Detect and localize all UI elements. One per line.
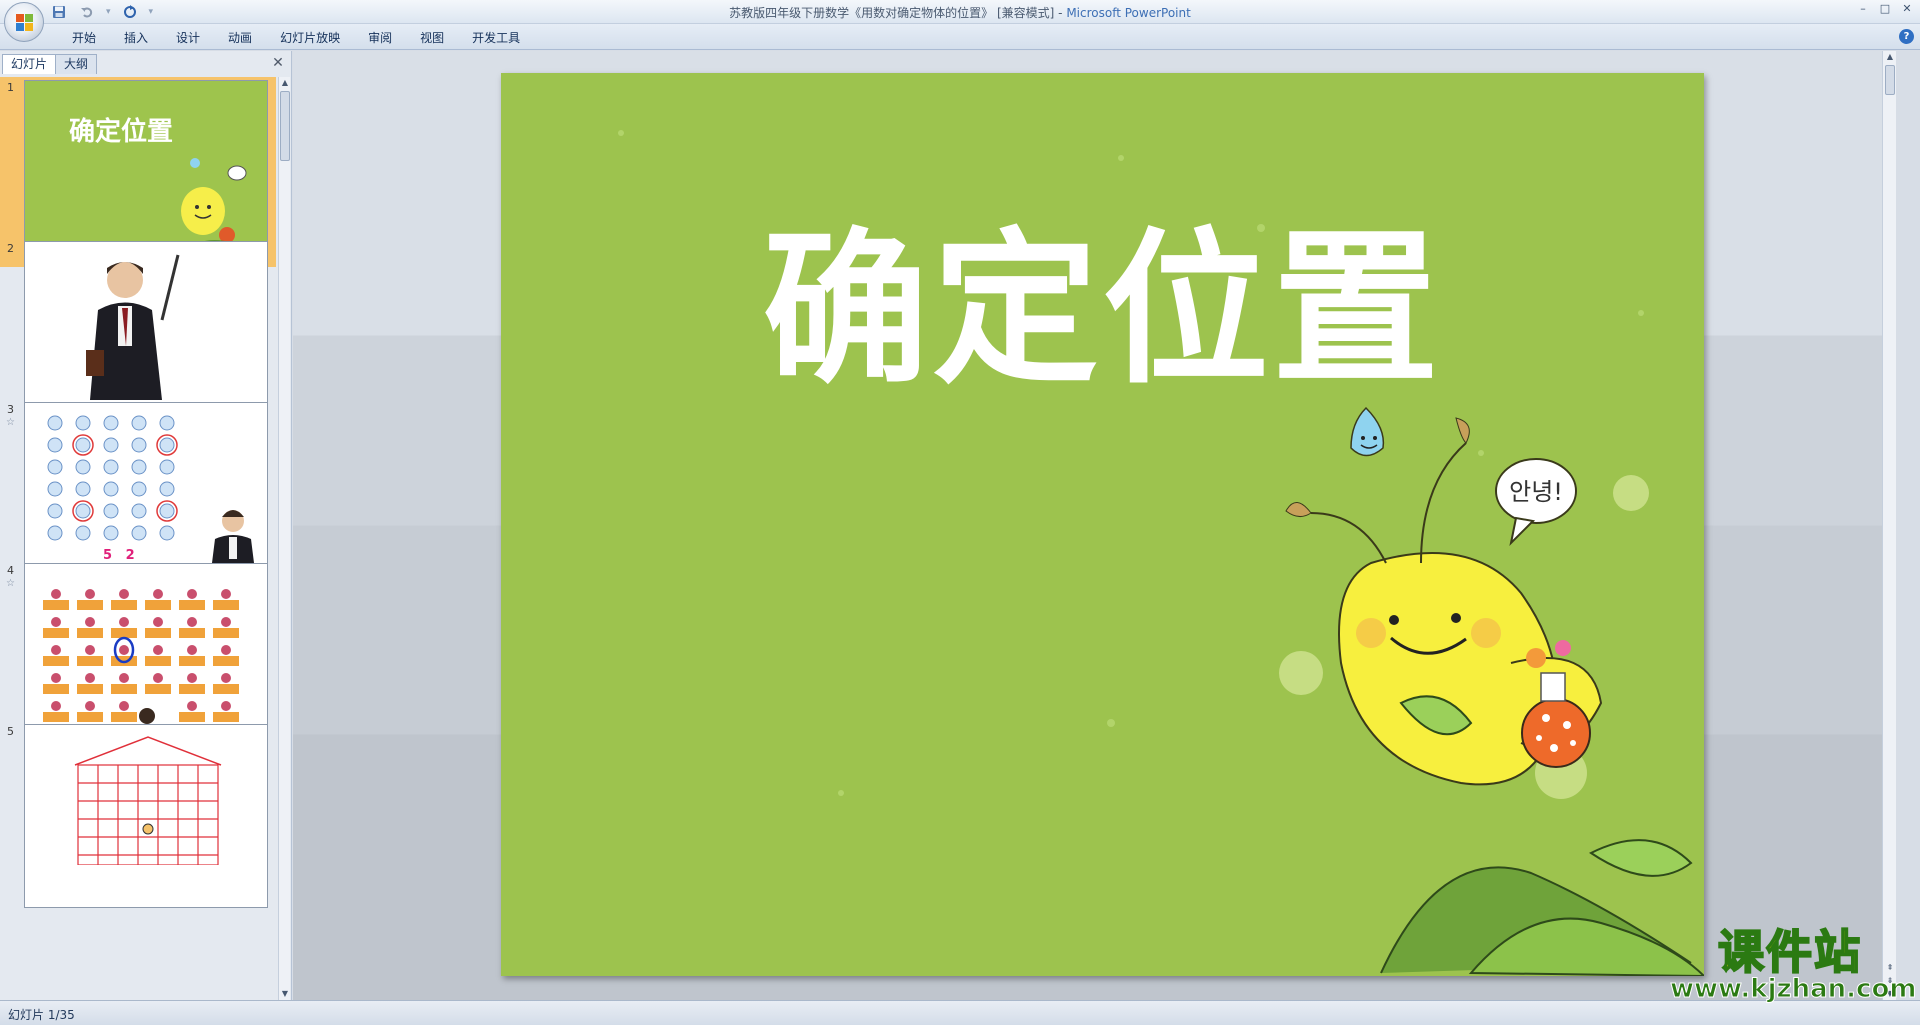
slide-title[interactable]: 确定位置 (501, 228, 1704, 394)
slide-number: 2 (7, 242, 14, 255)
globe-grid-icon (47, 415, 178, 541)
document-title: 苏教版四年级下册数学《用数对确定物体的位置》 [兼容模式] - (729, 6, 1067, 20)
thumbnail-image (24, 724, 268, 908)
thumbnail-image: 确定位置 (24, 80, 268, 264)
scroll-down-icon[interactable]: ▼ (280, 988, 290, 1000)
tab-view[interactable]: 视图 (406, 29, 458, 47)
slide-thumbnail-5[interactable]: 5 (0, 721, 276, 911)
thumbnail-image (24, 241, 268, 425)
window-controls: – □ ✕ (1856, 2, 1914, 16)
scroll-thumb[interactable] (280, 91, 290, 161)
slide-number: 5 (7, 725, 14, 738)
close-button[interactable]: ✕ (1900, 2, 1914, 16)
thumbnail-image (24, 563, 268, 747)
tab-insert[interactable]: 插入 (110, 29, 162, 47)
thumbnail-title: 确定位置 (69, 117, 174, 147)
slide-number: 3 (7, 403, 14, 416)
watermark-url: www.kjzhan.com (1670, 974, 1917, 1004)
animation-star-icon: ☆ (6, 578, 15, 589)
minimize-button[interactable]: – (1856, 2, 1870, 16)
slides-panel: 幻灯片 大纲 ✕ 1 确定位置 2 3 ☆ 5 2 4 ☆ 5 ▲ ▼ (0, 51, 292, 1000)
tab-developer[interactable]: 开发工具 (458, 29, 534, 47)
panel-scrollbar[interactable]: ▲ ▼ (278, 77, 290, 1000)
slide-number: 1 (7, 81, 14, 94)
status-bar: 幻灯片 1/35 (0, 1000, 1920, 1025)
tab-slideshow[interactable]: 幻灯片放映 (266, 29, 354, 47)
slide-thumbnails: 1 确定位置 2 3 ☆ 5 2 4 ☆ 5 (0, 77, 276, 1000)
editor-scrollbar[interactable]: ▲ ⇞ ⇟ ▼ (1882, 51, 1896, 1000)
thumbnail-image: 5 2 (24, 402, 268, 586)
tab-home[interactable]: 开始 (58, 29, 110, 47)
help-icon[interactable]: ? (1899, 29, 1914, 44)
office-logo-icon (16, 14, 34, 32)
scroll-up-icon[interactable]: ▲ (280, 77, 290, 89)
tab-slides[interactable]: 幻灯片 (2, 54, 57, 74)
slide-count: 幻灯片 1/35 (8, 1008, 75, 1022)
classroom-grid-icon (43, 589, 239, 738)
tab-design[interactable]: 设计 (162, 29, 214, 47)
editor-scroll-up-icon[interactable]: ▲ (1885, 51, 1895, 63)
window-title: 苏教版四年级下册数学《用数对确定物体的位置》 [兼容模式] - Microsof… (0, 4, 1920, 21)
panel-close-icon[interactable]: ✕ (270, 55, 286, 71)
maximize-button[interactable]: □ (1878, 2, 1892, 16)
app-name: Microsoft PowerPoint (1066, 6, 1191, 20)
editor-scroll-thumb[interactable] (1885, 65, 1895, 95)
building-grid-icon (74, 736, 222, 865)
tab-animation[interactable]: 动画 (214, 29, 266, 47)
ribbon: 开始 插入 设计 动画 幻灯片放映 审阅 视图 开发工具 ? (0, 24, 1920, 50)
ribbon-tabs: 开始 插入 设计 动画 幻灯片放映 审阅 视图 开发工具 (58, 29, 534, 47)
site-watermark: 课件站 www.kjzhan.com (1670, 925, 1917, 1004)
sprout-character-illustration: 안녕! (1285, 406, 1704, 976)
tab-outline[interactable]: 大纲 (55, 54, 98, 74)
tab-review[interactable]: 审阅 (354, 29, 406, 47)
animation-star-icon: ☆ (6, 417, 15, 428)
panel-tabs: 幻灯片 大纲 (2, 54, 98, 74)
watermark-title: 课件站 (1717, 925, 1862, 979)
office-button[interactable] (4, 2, 44, 42)
slide-number: 4 (7, 564, 14, 577)
title-bar: ▾ ▾ 苏教版四年级下册数学《用数对确定物体的位置》 [兼容模式] - Micr… (0, 0, 1920, 24)
speech-bubble-text: 안녕! (1509, 478, 1563, 506)
wizard-figure-icon (86, 254, 180, 400)
current-slide[interactable]: 确定位置 안녕! (501, 73, 1704, 976)
slide-editor: 确定位置 안녕! ▲ ⇞ ⇟ ▼ (293, 51, 1896, 1000)
